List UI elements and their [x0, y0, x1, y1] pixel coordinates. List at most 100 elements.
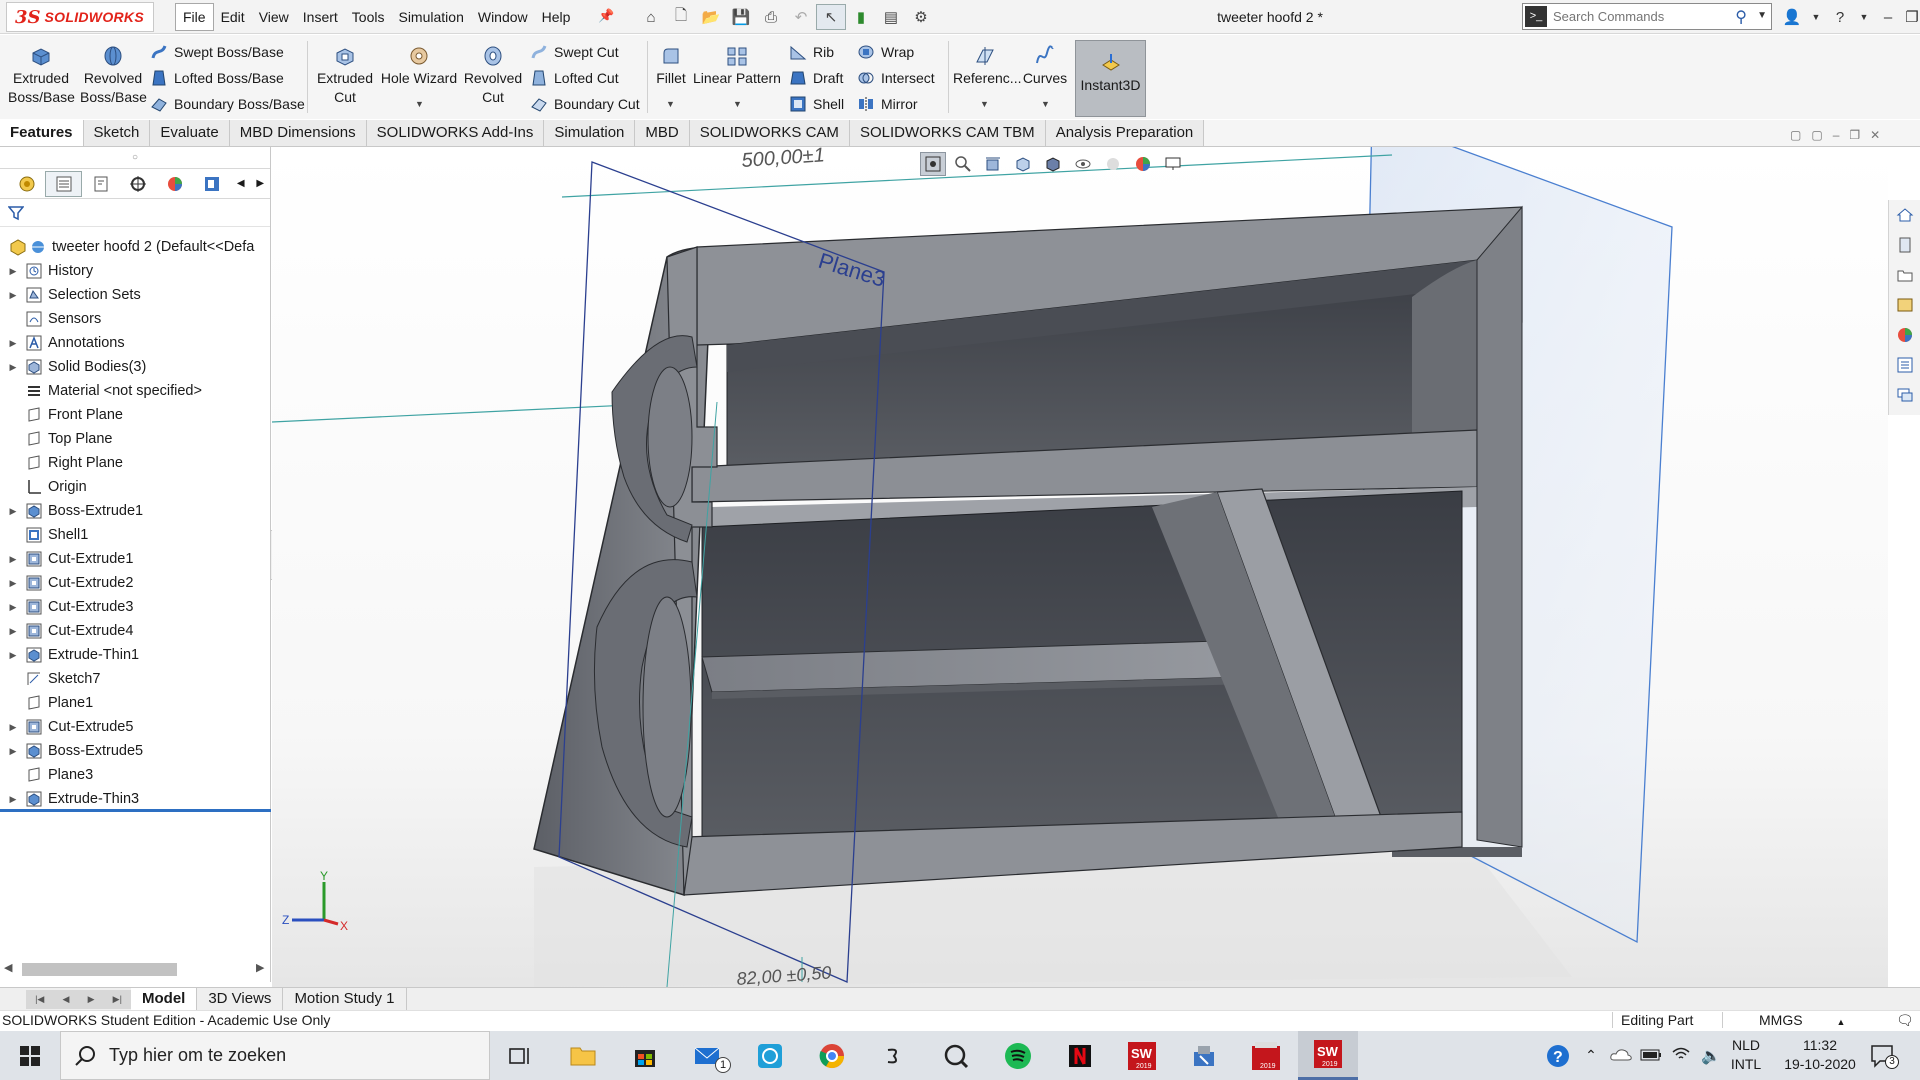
edit-appearance-icon[interactable]: [1100, 152, 1126, 176]
minimize-icon[interactable]: –: [1876, 9, 1900, 26]
expand-arrow-icon[interactable]: ▶: [6, 626, 20, 637]
taskbar-clock[interactable]: 11:32 19-10-2020: [1778, 1036, 1862, 1074]
tab-model[interactable]: Model: [131, 988, 198, 1010]
custom-properties-icon[interactable]: [1889, 350, 1920, 380]
expand-arrow-icon[interactable]: ▶: [6, 650, 20, 661]
file-properties-icon[interactable]: ▤: [876, 4, 906, 30]
last-tab-icon[interactable]: ▶|: [113, 994, 122, 1005]
fillet-dropdown-icon[interactable]: ▼: [666, 99, 675, 109]
expand-arrow-icon[interactable]: ▶: [6, 290, 20, 301]
menu-edit[interactable]: Edit: [214, 3, 252, 31]
propertymanager-tab-icon[interactable]: [45, 170, 83, 197]
menu-file[interactable]: File: [175, 3, 214, 31]
tree-item[interactable]: Sensors: [0, 307, 271, 331]
curves-button[interactable]: Curves: [1020, 45, 1070, 88]
zoom-to-fit-icon[interactable]: [920, 152, 946, 176]
tab-sketch[interactable]: Sketch: [83, 120, 151, 146]
file-explorer-icon[interactable]: [1889, 260, 1920, 290]
help-dropdown-icon[interactable]: ▼: [1852, 12, 1876, 22]
hole-wizard-button[interactable]: Hole Wizard: [380, 45, 458, 88]
tab-3d-views[interactable]: 3D Views: [197, 988, 284, 1010]
magnifier-taskbar[interactable]: [926, 1031, 986, 1080]
boundary-boss-button[interactable]: Boundary Boss/Base: [150, 92, 305, 116]
search-commands-box[interactable]: >_ ⚲ ▼: [1522, 3, 1772, 30]
rib-button[interactable]: Rib: [789, 40, 834, 64]
tree-root-part[interactable]: tweeter hoofd 2 (Default<<Defa: [0, 235, 271, 259]
user-account-icon[interactable]: 👤: [1780, 8, 1804, 26]
netflix-taskbar[interactable]: [1050, 1031, 1110, 1080]
tab-motion-study[interactable]: Motion Study 1: [283, 988, 407, 1010]
help-icon[interactable]: ?: [1828, 9, 1852, 26]
dimxpert-tab-icon[interactable]: [119, 171, 156, 197]
home-icon[interactable]: ⌂: [636, 4, 666, 30]
toolbox-taskbar[interactable]: [1174, 1031, 1234, 1080]
search-commands-input[interactable]: [1551, 6, 1731, 27]
expand-arrow-icon[interactable]: ▶: [6, 266, 20, 277]
scroll-left-icon[interactable]: ◀: [4, 961, 12, 974]
print-icon[interactable]: ⎙: [756, 4, 786, 30]
first-tab-icon[interactable]: |◀: [35, 994, 44, 1005]
solidworks-logo[interactable]: 3S SOLIDWORKS: [6, 2, 154, 32]
undo-icon[interactable]: ↶: [786, 4, 816, 30]
solidworks-resources-icon[interactable]: [1889, 200, 1920, 230]
solidworks-2019-taskbar-active[interactable]: SW 2019: [1298, 1031, 1358, 1080]
tree-item[interactable]: ▶ Cut-Extrude4: [0, 619, 271, 643]
swept-cut-button[interactable]: Swept Cut: [530, 40, 619, 64]
pin-menu-icon[interactable]: 📌: [598, 8, 614, 24]
task-view-button[interactable]: [490, 1031, 550, 1080]
show-hidden-icons-icon[interactable]: ⌃: [1576, 1047, 1606, 1064]
expand-arrow-icon[interactable]: ▶: [6, 578, 20, 589]
part-body[interactable]: [533, 205, 1523, 897]
reference-geometry-button[interactable]: Referenc...: [953, 45, 1021, 88]
tab-solidworks-addins[interactable]: SOLIDWORKS Add-Ins: [366, 120, 545, 146]
solidworks-2019-taskbar-a[interactable]: SW 2019: [1112, 1031, 1172, 1080]
tree-horizontal-scrollbar[interactable]: ◀ ▶: [0, 959, 271, 979]
onedrive-icon[interactable]: [1606, 1047, 1636, 1064]
unit-system-selector[interactable]: MMGS ▲: [1722, 1012, 1852, 1028]
revolved-cut-button[interactable]: Revolved Cut: [461, 45, 525, 107]
expand-arrow-icon[interactable]: ▶: [6, 506, 20, 517]
mail-taskbar[interactable]: 1: [677, 1031, 737, 1080]
search-icon[interactable]: ⚲: [1735, 7, 1747, 27]
windows-start-button[interactable]: [0, 1031, 60, 1080]
tab-solidworks-cam[interactable]: SOLIDWORKS CAM: [689, 120, 850, 146]
tree-item[interactable]: Shell1: [0, 523, 271, 547]
scrollbar-thumb[interactable]: [22, 963, 177, 976]
battery-icon[interactable]: [1636, 1048, 1666, 1064]
app-taskbar-b[interactable]: [864, 1031, 924, 1080]
boundary-cut-button[interactable]: Boundary Cut: [530, 92, 640, 116]
tree-item[interactable]: Top Plane: [0, 427, 271, 451]
display-manager-tab-icon[interactable]: [157, 171, 194, 197]
extruded-cut-button[interactable]: Extruded Cut: [313, 45, 377, 107]
save-icon[interactable]: 💾: [726, 4, 756, 30]
menu-insert[interactable]: Insert: [296, 3, 345, 31]
next-tab-icon[interactable]: ▶: [88, 994, 95, 1005]
viewport-tile-right-icon[interactable]: ▢: [1811, 128, 1822, 142]
lofted-cut-button[interactable]: Lofted Cut: [530, 66, 619, 90]
chrome-taskbar[interactable]: [802, 1031, 862, 1080]
tree-item[interactable]: ▶ History: [0, 259, 271, 283]
design-library-icon[interactable]: [1889, 230, 1920, 260]
tree-item[interactable]: ▶ Cut-Extrude3: [0, 595, 271, 619]
extruded-boss-button[interactable]: Extruded Boss/Base: [8, 45, 75, 107]
tree-item[interactable]: Material <not specified>: [0, 379, 271, 403]
expand-arrow-icon[interactable]: ▶: [6, 362, 20, 373]
panel-collapse-handle[interactable]: ○: [0, 147, 270, 169]
view-settings-icon[interactable]: [1160, 152, 1186, 176]
feedback-icon[interactable]: 🗨: [1896, 1012, 1914, 1029]
menu-simulation[interactable]: Simulation: [391, 3, 470, 31]
menu-window[interactable]: Window: [471, 3, 535, 31]
view-orientation-icon[interactable]: [1010, 152, 1036, 176]
panel-tabs-right-icon[interactable]: ▶: [250, 171, 270, 197]
instant3d-button[interactable]: Instant3D: [1075, 40, 1146, 117]
appearances-icon[interactable]: [1889, 320, 1920, 350]
tree-item[interactable]: ▶ Extrude-Thin1: [0, 643, 271, 667]
filter-icon[interactable]: [8, 205, 24, 221]
menu-tools[interactable]: Tools: [345, 3, 392, 31]
wifi-icon[interactable]: [1666, 1046, 1696, 1065]
restore-icon[interactable]: ❐: [1900, 8, 1920, 26]
tab-solidworks-cam-tbm[interactable]: SOLIDWORKS CAM TBM: [849, 120, 1046, 146]
cam-tab-icon[interactable]: [194, 171, 231, 197]
apply-scene-icon[interactable]: [1130, 152, 1156, 176]
rollback-bar[interactable]: [0, 809, 271, 812]
